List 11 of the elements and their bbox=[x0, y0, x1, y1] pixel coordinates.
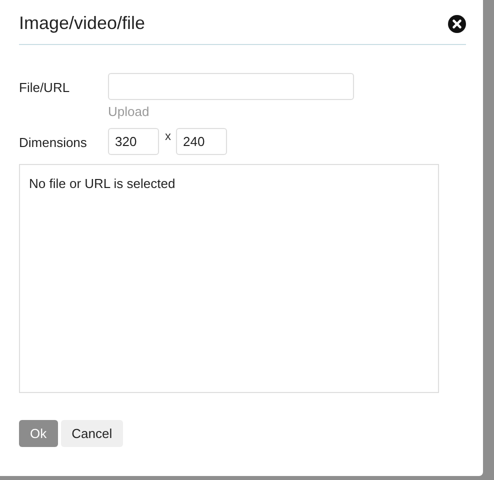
width-field[interactable]: 320 bbox=[108, 128, 159, 155]
dimension-separator: x bbox=[165, 130, 171, 142]
field-label: Dimensions bbox=[19, 134, 88, 150]
field-label: File/URL bbox=[19, 79, 71, 95]
file-url-field[interactable] bbox=[108, 73, 354, 100]
preview-message: No file or URL is selected bbox=[29, 176, 176, 191]
dialog-title: Image/video/file bbox=[19, 13, 146, 34]
close-button[interactable] bbox=[448, 14, 466, 32]
close-icon bbox=[448, 14, 466, 32]
height-field[interactable]: 240 bbox=[176, 128, 227, 155]
cancel-button[interactable]: Cancel bbox=[60, 420, 124, 447]
